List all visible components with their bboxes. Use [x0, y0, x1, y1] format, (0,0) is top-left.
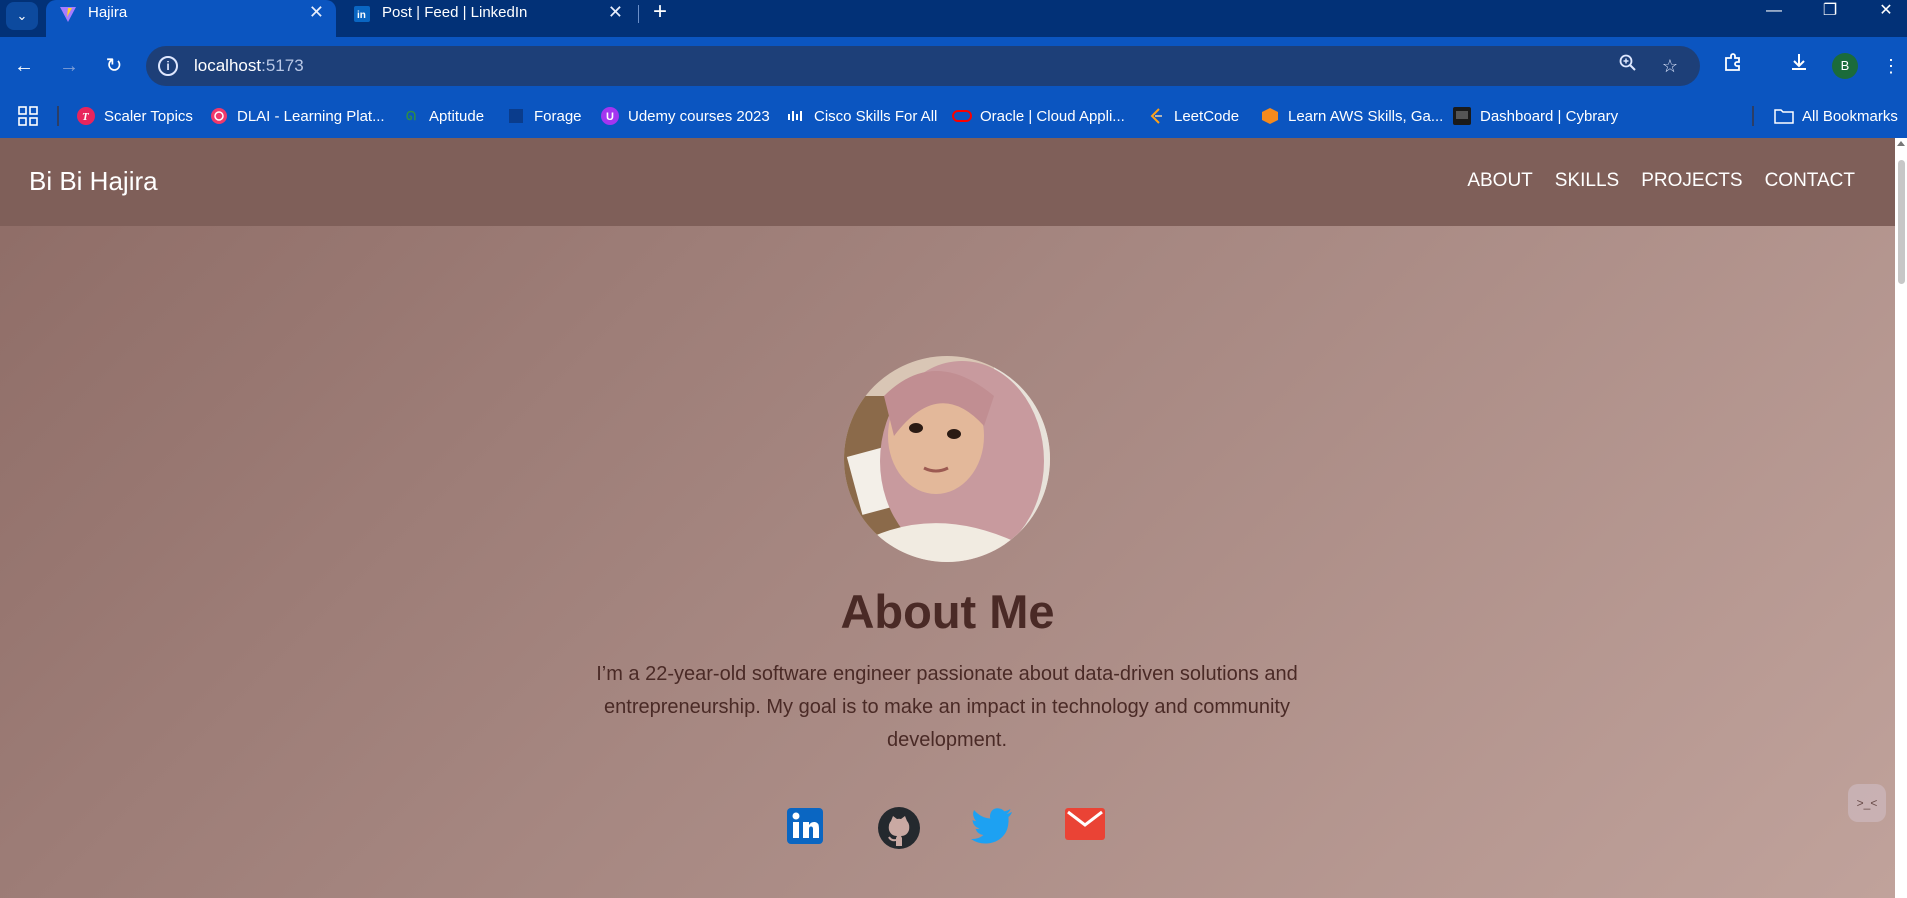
- url-port: :5173: [261, 56, 304, 75]
- menu-kebab-icon[interactable]: ⋮: [1877, 52, 1905, 80]
- about-description: I’m a 22-year-old software engineer pass…: [596, 663, 1298, 751]
- bookmark-label: Aptitude: [429, 107, 485, 125]
- bookmark-forage[interactable]: Forage: [506, 105, 582, 127]
- tab-close-icon[interactable]: ✕: [608, 3, 623, 21]
- profile-photo: [844, 356, 1050, 562]
- reload-button[interactable]: ↻: [100, 52, 128, 80]
- tab-divider: [638, 5, 639, 23]
- twitter-link[interactable]: [970, 806, 1014, 850]
- download-icon[interactable]: [1785, 52, 1813, 80]
- site-nav: ABOUT SKILLS PROJECTS CONTACT: [1467, 169, 1855, 193]
- bookmarks-bar: T Scaler Topics DLAI - Learning Plat... …: [0, 95, 1907, 138]
- bookmark-udemy[interactable]: U Udemy courses 2023: [600, 105, 770, 127]
- site-info-icon[interactable]: i: [158, 56, 178, 76]
- svg-text:in: in: [357, 10, 366, 21]
- bookmark-label: Forage: [534, 107, 582, 125]
- github-icon: [878, 807, 920, 849]
- bookmark-label: Scaler Topics: [104, 107, 193, 125]
- back-button[interactable]: ←: [10, 52, 38, 80]
- tab-strip: ⌄ Hajira ✕ in Post | Feed | LinkedIn ✕ +…: [0, 0, 1907, 37]
- oracle-icon: [952, 106, 972, 126]
- bookmark-label: Dashboard | Cybrary: [1480, 107, 1619, 125]
- vite-favicon-icon: [58, 4, 78, 24]
- geeksforgeeks-icon: ᘏ: [406, 108, 416, 123]
- scrollbar-thumb[interactable]: [1898, 160, 1905, 284]
- email-icon: [1065, 808, 1105, 840]
- close-window-button[interactable]: ✕: [1866, 0, 1906, 24]
- github-link[interactable]: [877, 806, 921, 850]
- social-links: [0, 806, 1895, 856]
- address-bar[interactable]: i localhost:5173 ☆: [146, 46, 1700, 86]
- cisco-icon: [786, 106, 806, 126]
- site-brand[interactable]: Bi Bi Hajira: [29, 166, 158, 196]
- folder-icon: [1774, 106, 1794, 126]
- bookmarks-separator: [1752, 106, 1754, 126]
- linkedin-icon: [787, 808, 823, 844]
- page-viewport: Bi Bi Hajira ABOUT SKILLS PROJECTS CONTA…: [0, 138, 1895, 898]
- bookmark-label: DLAI - Learning Plat...: [237, 107, 385, 125]
- leetcode-icon: [1146, 106, 1166, 126]
- url-host: localhost: [194, 56, 262, 75]
- aws-cube-icon: [1260, 106, 1280, 126]
- profile-avatar[interactable]: B: [1832, 53, 1858, 79]
- bookmark-label: Cisco Skills For All: [814, 107, 938, 125]
- nav-about-link[interactable]: ABOUT: [1467, 169, 1532, 193]
- chevron-down-icon: ⌄: [16, 8, 28, 23]
- svg-text:U: U: [606, 111, 614, 123]
- reload-icon: ↻: [105, 55, 123, 77]
- bookmark-star-icon[interactable]: ☆: [1658, 54, 1682, 78]
- nav-skills-link[interactable]: SKILLS: [1555, 169, 1619, 193]
- udemy-icon: U: [600, 106, 620, 126]
- dlai-icon: [209, 106, 229, 126]
- tab-title: Hajira: [88, 4, 128, 21]
- apps-grid-icon[interactable]: [18, 106, 40, 128]
- site-header: Bi Bi Hajira ABOUT SKILLS PROJECTS CONTA…: [0, 138, 1895, 226]
- bookmarks-separator: [57, 106, 59, 126]
- email-link[interactable]: [1064, 806, 1108, 850]
- tab-close-icon[interactable]: ✕: [309, 3, 324, 21]
- restore-button[interactable]: ❐: [1810, 0, 1850, 24]
- bookmark-aptitude[interactable]: ᘏ Aptitude: [401, 105, 484, 127]
- bookmark-cybrary[interactable]: Dashboard | Cybrary: [1452, 105, 1618, 127]
- forage-icon: [506, 106, 526, 126]
- cybrary-icon: [1452, 106, 1472, 126]
- scroll-up-arrow-icon[interactable]: [1897, 141, 1905, 146]
- nav-projects-link[interactable]: PROJECTS: [1641, 169, 1742, 193]
- page-scrollbar[interactable]: [1895, 138, 1907, 898]
- extensions-icon[interactable]: [1719, 52, 1747, 80]
- bookmark-cisco[interactable]: Cisco Skills For All: [786, 105, 937, 127]
- forward-button[interactable]: →: [55, 52, 83, 80]
- bookmark-oracle[interactable]: Oracle | Cloud Appli...: [952, 105, 1125, 127]
- tab-search-button[interactable]: ⌄: [6, 2, 38, 30]
- arrow-right-icon: →: [59, 55, 79, 77]
- nav-contact-link[interactable]: CONTACT: [1765, 169, 1855, 193]
- bookmark-label: All Bookmarks: [1802, 107, 1898, 125]
- twitter-icon: [971, 808, 1012, 844]
- bookmark-leetcode[interactable]: LeetCode: [1146, 105, 1239, 127]
- new-tab-button[interactable]: +: [648, 0, 672, 24]
- url-text[interactable]: localhost:5173: [194, 56, 304, 76]
- bookmark-label: LeetCode: [1174, 107, 1240, 125]
- scaler-icon: T: [76, 106, 96, 126]
- bookmark-aws[interactable]: Learn AWS Skills, Ga...: [1260, 105, 1443, 127]
- bookmark-scaler-topics[interactable]: T Scaler Topics: [76, 105, 193, 127]
- bookmark-label: Oracle | Cloud Appli...: [980, 107, 1125, 125]
- bookmark-dlai[interactable]: DLAI - Learning Plat...: [209, 105, 385, 127]
- tab-hajira[interactable]: Hajira ✕: [46, 0, 336, 37]
- chat-widget-button[interactable]: >_<: [1848, 784, 1886, 822]
- minimize-button[interactable]: —: [1754, 0, 1794, 24]
- tab-linkedin[interactable]: in Post | Feed | LinkedIn ✕: [340, 0, 635, 27]
- about-title: About Me: [840, 585, 1055, 638]
- linkedin-link[interactable]: [785, 806, 829, 850]
- bookmark-label: Learn AWS Skills, Ga...: [1288, 107, 1444, 125]
- bookmark-label: Udemy courses 2023: [628, 107, 770, 125]
- arrow-left-icon: ←: [14, 55, 34, 77]
- chat-face-icon: >_<: [1856, 796, 1878, 810]
- all-bookmarks[interactable]: All Bookmarks: [1774, 105, 1898, 127]
- zoom-icon[interactable]: [1616, 54, 1640, 78]
- tab-title: Post | Feed | LinkedIn: [382, 4, 528, 21]
- browser-toolbar: ← → ↻ i localhost:5173 ☆ B ⋮: [0, 37, 1907, 95]
- linkedin-favicon-icon: in: [352, 4, 372, 24]
